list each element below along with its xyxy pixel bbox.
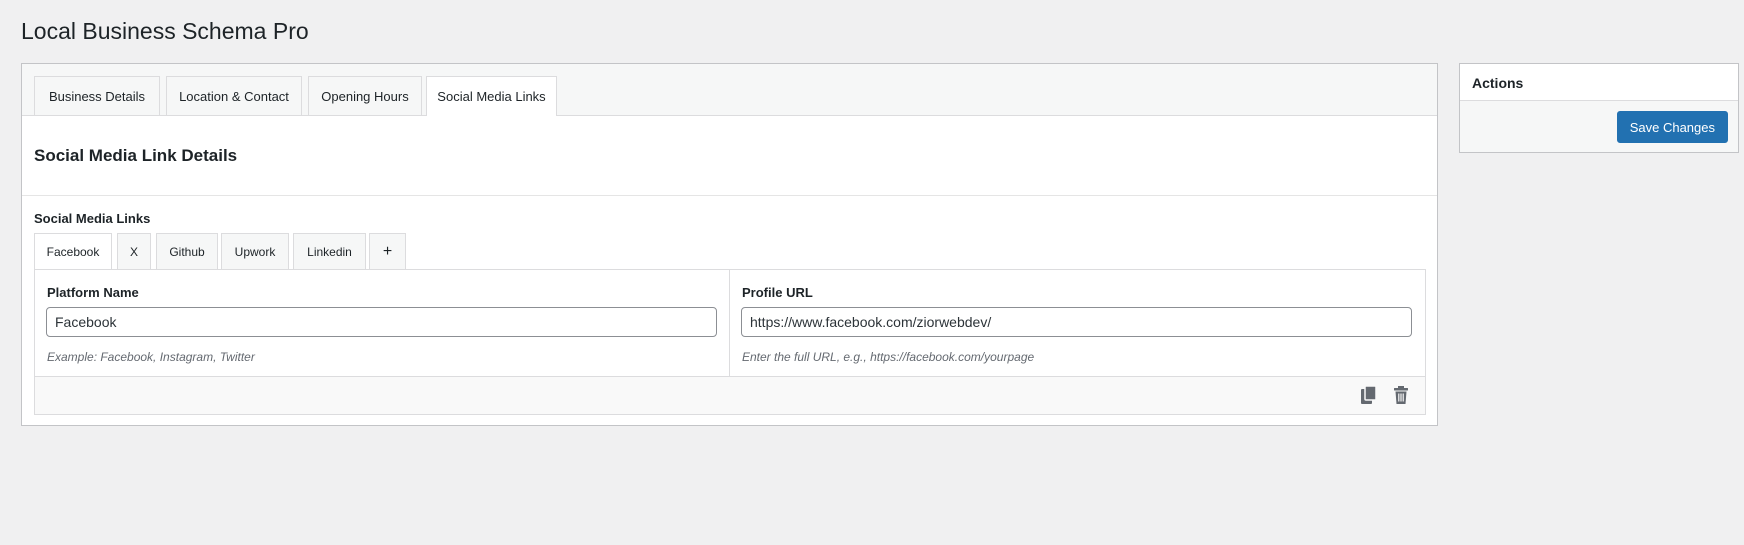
- profile-url-description: Enter the full URL, e.g., https://facebo…: [742, 350, 1035, 364]
- social-tab-x[interactable]: X: [117, 233, 151, 269]
- social-links-label: Social Media Links: [34, 211, 151, 226]
- social-tab-github[interactable]: Github: [156, 233, 218, 269]
- actions-title: Actions: [1472, 75, 1524, 91]
- tab-opening-hours[interactable]: Opening Hours: [308, 76, 422, 115]
- social-tab-upwork[interactable]: Upwork: [221, 233, 289, 269]
- add-social-tab-button[interactable]: +: [369, 233, 406, 269]
- platform-name-description: Example: Facebook, Instagram, Twitter: [47, 350, 255, 364]
- social-link-row: Platform Name Example: Facebook, Instagr…: [34, 269, 1426, 415]
- actions-header: Actions: [1460, 64, 1738, 101]
- tab-location-contact[interactable]: Location & Contact: [166, 76, 302, 115]
- profile-url-input[interactable]: [741, 307, 1412, 337]
- platform-name-input[interactable]: [46, 307, 717, 337]
- settings-panel: Business Details Location & Contact Open…: [21, 63, 1438, 426]
- social-tab-linkedin[interactable]: Linkedin: [293, 233, 366, 269]
- tab-social-media-links[interactable]: Social Media Links: [426, 76, 557, 116]
- copy-icon[interactable]: [1361, 385, 1379, 404]
- save-changes-button[interactable]: Save Changes: [1616, 111, 1728, 143]
- platform-name-label: Platform Name: [47, 285, 139, 300]
- trash-icon[interactable]: [1393, 386, 1411, 404]
- section-divider: [22, 195, 1437, 196]
- social-tab-facebook[interactable]: Facebook: [34, 233, 112, 270]
- actions-panel: Actions Save Changes: [1459, 63, 1739, 153]
- page-title: Local Business Schema Pro: [21, 18, 309, 44]
- row-actions: [35, 376, 1425, 414]
- tab-bar: Business Details Location & Contact Open…: [22, 64, 1437, 116]
- url-column: Profile URL Enter the full URL, e.g., ht…: [730, 270, 1425, 378]
- profile-url-label: Profile URL: [742, 285, 813, 300]
- section-title: Social Media Link Details: [34, 146, 238, 165]
- platform-column: Platform Name Example: Facebook, Instagr…: [35, 270, 730, 378]
- tab-business-details[interactable]: Business Details: [34, 76, 160, 115]
